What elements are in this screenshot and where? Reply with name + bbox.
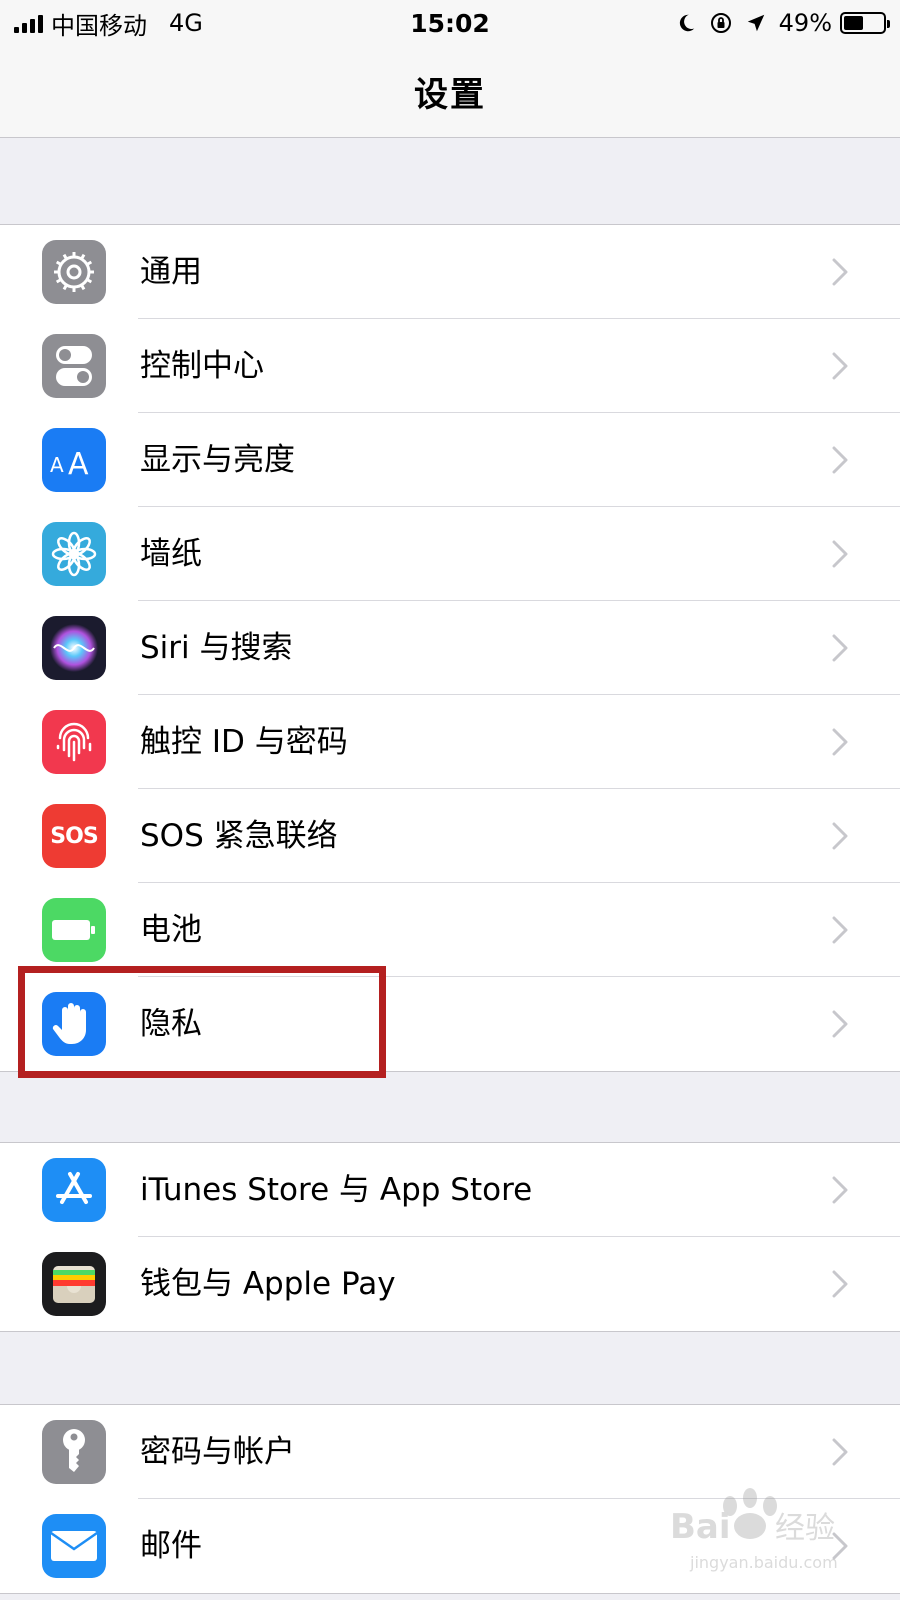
chevron-right-icon bbox=[832, 634, 848, 662]
chevron-right-icon bbox=[832, 446, 848, 474]
location-icon bbox=[747, 14, 764, 32]
toggle-icon bbox=[42, 334, 106, 398]
moon-icon bbox=[679, 14, 694, 32]
sos-icon-text: SOS bbox=[50, 823, 98, 849]
carrier-label: 中国移动 bbox=[51, 11, 147, 40]
network-label: 4G bbox=[169, 9, 203, 37]
settings-row[interactable]: 控制中心 bbox=[0, 319, 900, 413]
settings-row-label: 墙纸 bbox=[140, 536, 202, 572]
settings-row[interactable]: 钱包与 Apple Pay bbox=[0, 1237, 900, 1331]
settings-row-label: 钱包与 Apple Pay bbox=[140, 1266, 396, 1302]
settings-row[interactable]: iTunes Store 与 App Store bbox=[0, 1143, 900, 1237]
app-store-icon bbox=[42, 1158, 106, 1222]
settings-row-label: 隐私 bbox=[140, 1006, 202, 1042]
chevron-right-icon bbox=[832, 1010, 848, 1038]
chevron-right-icon bbox=[832, 352, 848, 380]
flower-icon bbox=[42, 522, 106, 586]
page-title: 设置 bbox=[414, 75, 486, 115]
chevron-right-icon bbox=[832, 1270, 848, 1298]
siri-icon bbox=[42, 616, 106, 680]
chevron-right-icon bbox=[832, 822, 848, 850]
chevron-right-icon bbox=[832, 916, 848, 944]
settings-row-label: iTunes Store 与 App Store bbox=[140, 1172, 533, 1208]
chevron-right-icon bbox=[832, 1438, 848, 1466]
settings-row[interactable]: 密码与帐户 bbox=[0, 1405, 900, 1499]
svg-text:A: A bbox=[68, 447, 89, 480]
key-icon bbox=[42, 1420, 106, 1484]
signal-strength-icon bbox=[14, 13, 43, 33]
settings-row-label: 触控 ID 与密码 bbox=[140, 724, 348, 760]
settings-row[interactable]: SOS SOS 紧急联络 bbox=[0, 789, 900, 883]
settings-group-store: iTunes Store 与 App Store 钱包与 Apple Pay bbox=[0, 1142, 900, 1332]
status-bar: 中国移动 4G 15:02 49% bbox=[0, 0, 900, 46]
chevron-right-icon bbox=[832, 1176, 848, 1204]
settings-row-label: 电池 bbox=[140, 912, 202, 948]
chevron-right-icon bbox=[832, 728, 848, 756]
sos-icon: SOS bbox=[42, 804, 106, 868]
navigation-bar: 设置 bbox=[0, 46, 900, 138]
settings-row[interactable]: A A 显示与亮度 bbox=[0, 413, 900, 507]
settings-row[interactable]: 电池 bbox=[0, 883, 900, 977]
settings-row-label: 显示与亮度 bbox=[140, 442, 295, 478]
chevron-right-icon bbox=[832, 258, 848, 286]
rotation-lock-icon bbox=[710, 13, 731, 33]
settings-row[interactable]: Siri 与搜索 bbox=[0, 601, 900, 695]
settings-row-label: 密码与帐户 bbox=[140, 1434, 295, 1470]
battery-percent-label: 49% bbox=[778, 9, 832, 37]
wallet-icon bbox=[42, 1252, 106, 1316]
settings-row[interactable]: 通用 bbox=[0, 225, 900, 319]
gear-icon bbox=[42, 240, 106, 304]
settings-row[interactable]: 墙纸 bbox=[0, 507, 900, 601]
battery-icon bbox=[840, 12, 890, 34]
chevron-right-icon bbox=[832, 540, 848, 568]
battery-icon bbox=[42, 898, 106, 962]
settings-group-device: 通用控制中心 A A 显示与亮度墙纸 Siri 与搜索触控 ID 与密码 SOS SOS 紧… bbox=[0, 224, 900, 1072]
settings-row-label: 邮件 bbox=[140, 1528, 202, 1564]
settings-row[interactable]: 邮件 bbox=[0, 1499, 900, 1593]
mail-icon bbox=[42, 1514, 106, 1578]
settings-row[interactable]: 隐私 bbox=[0, 977, 900, 1071]
fingerprint-icon bbox=[42, 710, 106, 774]
settings-row-label: Siri 与搜索 bbox=[140, 630, 293, 666]
settings-row-label: SOS 紧急联络 bbox=[140, 818, 338, 854]
text-size-icon: AA bbox=[42, 428, 106, 492]
hand-icon bbox=[42, 992, 106, 1056]
settings-row[interactable]: 触控 ID 与密码 bbox=[0, 695, 900, 789]
settings-row-label: 通用 bbox=[140, 254, 202, 290]
settings-group-accounts: 密码与帐户 邮件 bbox=[0, 1404, 900, 1594]
settings-row-label: 控制中心 bbox=[140, 348, 264, 384]
chevron-right-icon bbox=[832, 1532, 848, 1560]
svg-text:A: A bbox=[50, 453, 64, 477]
